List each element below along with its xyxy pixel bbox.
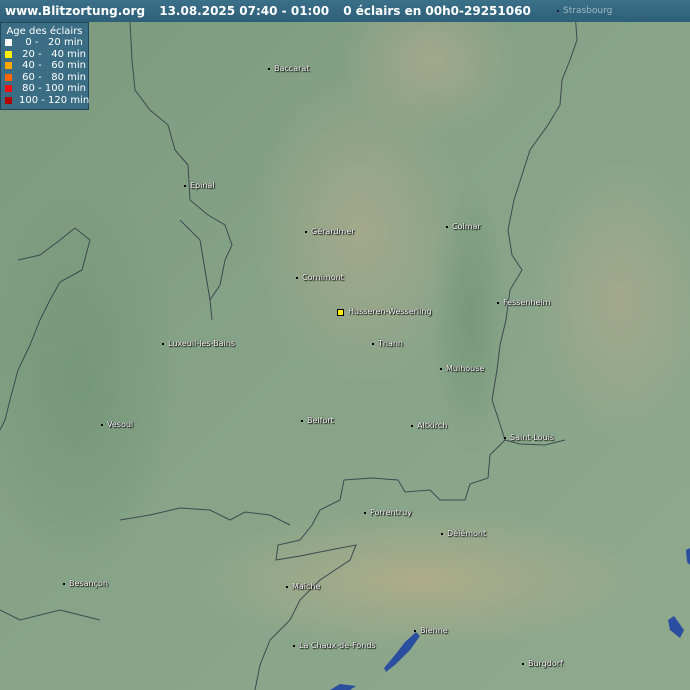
station-marker[interactable] (337, 309, 344, 316)
city-label: Colmar (452, 222, 481, 231)
legend-row: 80 - 100 min (1, 83, 88, 95)
city-altkirch: Altkirch (411, 421, 447, 430)
city-besancon: Besançon (63, 579, 108, 588)
legend-swatch (5, 96, 12, 104)
city-label: Délémont (447, 529, 487, 538)
city-dot (440, 367, 442, 370)
city-mulhouse: Mulhouse (440, 364, 484, 373)
legend-row: 60 - 80 min (1, 72, 88, 84)
city-label: La Chaux-de-Fonds (299, 641, 376, 650)
city-gerardmer: Gérardmer (305, 227, 355, 236)
city-cornimont: Cornimont (296, 273, 344, 282)
city-thann: Thann (372, 339, 403, 348)
city-label: Burgdorf (528, 659, 563, 668)
city-dot (504, 436, 506, 439)
site-name[interactable]: www.Blitzortung.org (5, 4, 145, 18)
city-dot (411, 424, 413, 427)
city-dot (441, 532, 443, 535)
datetime-range: 13.08.2025 07:40 - 01:00 (159, 4, 330, 18)
city-dot (364, 511, 366, 514)
city-bienne: Bienne (414, 626, 448, 635)
city-dot (522, 662, 524, 665)
city-label: Altkirch (417, 421, 448, 430)
city-dot (268, 67, 270, 70)
city-dot (101, 423, 103, 426)
legend-label: 80 - 100 min (19, 83, 86, 95)
strike-summary: 0 éclairs en 00h0-29251060 (343, 4, 531, 18)
city-label: Mulhouse (446, 364, 485, 373)
city-delemont: Délémont (441, 529, 486, 538)
city-label: Bienne (420, 626, 448, 635)
city-dot (301, 419, 303, 422)
city-dot (497, 301, 499, 304)
city-dot (184, 184, 186, 187)
legend-label: 20 - 40 min (19, 48, 86, 60)
city-burgdorf: Burgdorf (522, 659, 563, 668)
legend-label: 40 - 60 min (19, 60, 86, 72)
legend-swatch (5, 85, 12, 93)
city-dot (557, 9, 559, 12)
city-label: Strasbourg (563, 6, 613, 16)
city-dot (305, 230, 307, 233)
city-dot (296, 276, 298, 279)
legend-row: 20 - 40 min (1, 49, 88, 61)
city-dot (446, 225, 448, 228)
legend-row: 40 - 60 min (1, 60, 88, 72)
city-label: Epinal (190, 181, 215, 190)
city-label: Belfort (307, 416, 334, 425)
city-dot (293, 644, 295, 647)
city-dot (372, 342, 374, 345)
legend-row: 0 - 20 min (1, 37, 88, 49)
city-la-chaux-de-fonds: La Chaux-de-Fonds (293, 641, 376, 650)
legend-title: Age des éclairs (6, 26, 83, 37)
legend-swatch (5, 73, 12, 81)
city-label: Luxeuil-les-Bains (168, 339, 235, 348)
city-label: Saint-Louis (510, 433, 554, 442)
station-label: Husseren-Wesserling (348, 307, 432, 316)
city-dot (162, 342, 164, 345)
city-colmar: Colmar (446, 222, 481, 231)
legend-row: 100 - 120 min (1, 94, 90, 107)
city-luxeuil: Luxeuil-les-Bains (162, 339, 235, 348)
city-belfort: Belfort (301, 416, 334, 425)
city-label: Cornimont (302, 273, 344, 282)
city-dot (286, 585, 288, 588)
city-label: Vesoul (107, 420, 134, 429)
city-vesoul: Vesoul (101, 420, 133, 429)
legend-swatch (5, 39, 12, 47)
city-fessenheim: Fessenheim (497, 298, 550, 307)
city-label: Besançon (69, 579, 108, 588)
city-maiche: Maîche (286, 582, 320, 591)
city-label: Baccarat (274, 64, 310, 73)
city-label: Gérardmer (311, 227, 355, 236)
legend-label: 0 - 20 min (19, 37, 83, 49)
city-label: Maîche (292, 582, 321, 591)
legend-swatch (5, 62, 12, 70)
legend-label: 60 - 80 min (19, 71, 86, 83)
city-label: Thann (378, 339, 403, 348)
city-baccarat: Baccarat (268, 64, 309, 73)
city-dot (414, 629, 416, 632)
legend: Age des éclairs 0 - 20 min 20 - 40 min 4… (0, 22, 89, 110)
legend-swatch (5, 50, 12, 58)
city-label: Fessenheim (503, 298, 551, 307)
city-porrentruy: Porrentruy (364, 508, 412, 517)
city-dot (63, 582, 65, 585)
city-epinal: Epinal (184, 181, 215, 190)
legend-label: 100 - 120 min (19, 94, 90, 106)
city-saint-louis: Saint-Louis (504, 433, 554, 442)
city-label: Porrentruy (370, 508, 412, 517)
city-strasbourg: Strasbourg (557, 6, 612, 16)
